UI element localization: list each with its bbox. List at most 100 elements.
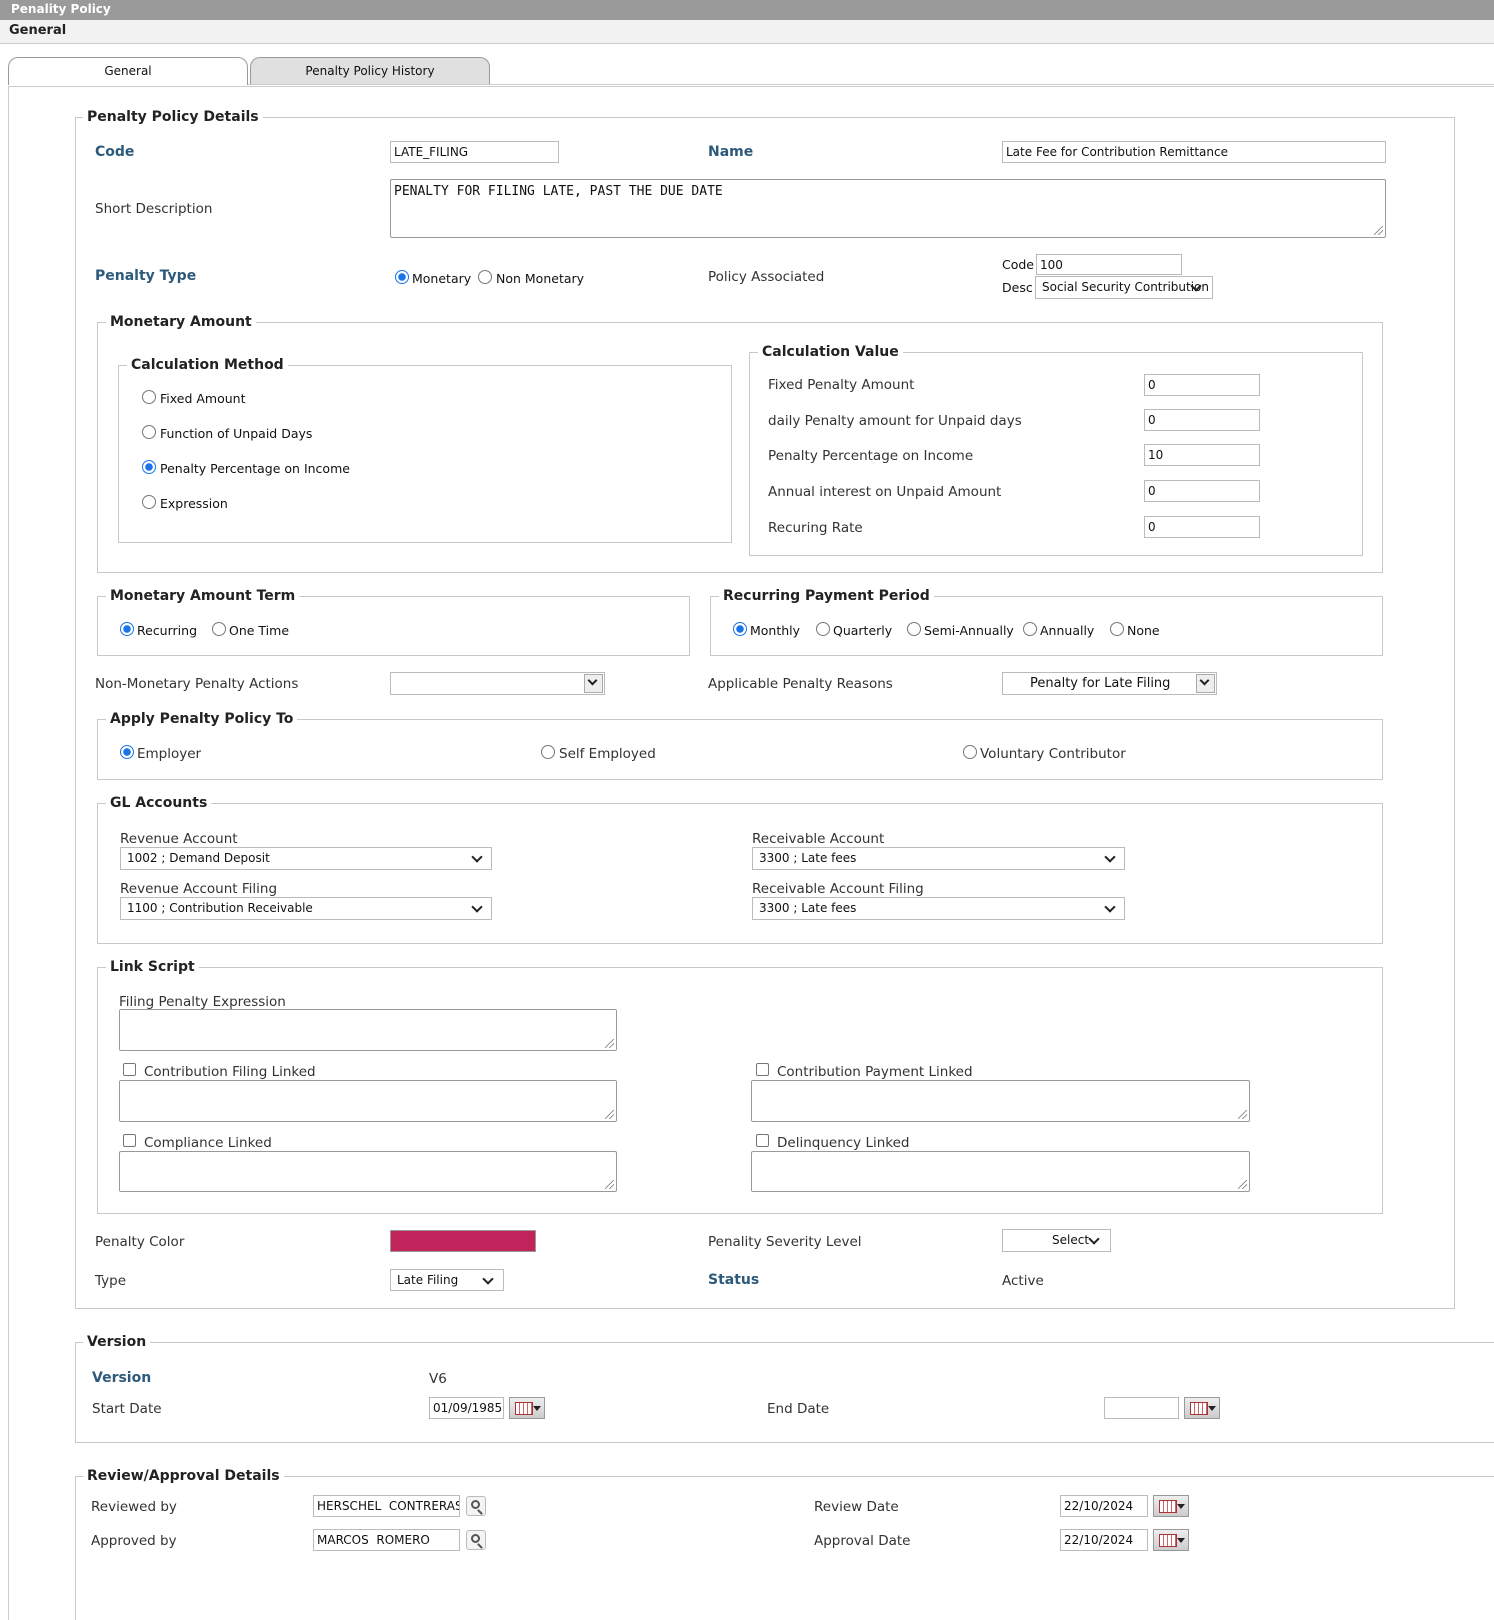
term-one-time-radio[interactable] (212, 622, 226, 636)
penalty-type-non-monetary-radio[interactable] (478, 270, 492, 284)
reviewed-by-search-button[interactable] (466, 1496, 486, 1516)
approved-by-input[interactable]: MARCOS ROMERO (313, 1529, 460, 1551)
penalty-percentage-income-input[interactable]: 10 (1144, 444, 1260, 466)
apply-voluntary-contributor-radio[interactable] (963, 745, 977, 759)
monetary-amount-term-legend: Monetary Amount Term (106, 588, 300, 604)
receivable-account-filing-value: 3300 ; Late fees (759, 901, 857, 915)
version-fieldset (75, 1342, 1494, 1443)
term-one-time-label: One Time (229, 623, 290, 638)
penalty-type-monetary-label: Monetary (412, 271, 472, 286)
dropdown-button[interactable] (1196, 674, 1215, 693)
penalty-percentage-income-label: Penalty Percentage on Income (768, 448, 974, 464)
period-none-label: None (1127, 623, 1160, 638)
revenue-account-label: Revenue Account (120, 831, 238, 847)
start-date-label: Start Date (92, 1401, 162, 1417)
delinquency-linked-textarea[interactable] (751, 1151, 1250, 1192)
applicable-penalty-reasons-select[interactable]: Penalty for Late Filing (1002, 672, 1217, 695)
chevron-down-icon (471, 851, 483, 863)
review-date-input[interactable]: 22/10/2024 (1060, 1495, 1148, 1517)
end-date-calendar-button[interactable] (1184, 1397, 1220, 1419)
applicable-penalty-reasons-label: Applicable Penalty Reasons (708, 676, 893, 692)
approved-by-search-button[interactable] (466, 1530, 486, 1550)
policy-associated-code-input[interactable]: 100 (1036, 254, 1182, 275)
receivable-account-select[interactable]: 3300 ; Late fees (752, 847, 1125, 870)
review-approval-legend: Review/Approval Details (83, 1468, 284, 1484)
compliance-linked-checkbox[interactable] (123, 1134, 136, 1147)
name-input[interactable]: Late Fee for Contribution Remittance (1002, 141, 1386, 163)
resize-grip-icon (1238, 1180, 1247, 1189)
period-none-radio[interactable] (1110, 622, 1124, 636)
contribution-payment-linked-textarea[interactable] (751, 1080, 1250, 1122)
period-quarterly-radio[interactable] (816, 622, 830, 636)
calendar-icon (1159, 1534, 1177, 1547)
contribution-filing-linked-textarea[interactable] (119, 1080, 617, 1122)
term-recurring-radio[interactable] (120, 622, 134, 636)
policy-associated-desc-value: Social Security Contribution (1042, 280, 1209, 294)
start-date-input[interactable]: 01/09/1985 (429, 1397, 504, 1419)
recuring-rate-label: Recuring Rate (768, 520, 863, 536)
receivable-account-filing-select[interactable]: 3300 ; Late fees (752, 897, 1125, 920)
calc-percentage-income-radio[interactable] (142, 460, 156, 474)
penalty-severity-level-label: Penality Severity Level (708, 1234, 862, 1250)
contribution-payment-linked-label: Contribution Payment Linked (777, 1064, 973, 1080)
resize-grip-icon (605, 1039, 614, 1048)
penalty-severity-level-select[interactable]: Select (1002, 1229, 1111, 1252)
name-label: Name (708, 144, 754, 160)
short-description-label: Short Description (95, 201, 213, 217)
policy-associated-label: Policy Associated (708, 269, 825, 285)
code-input[interactable]: LATE_FILING (390, 141, 559, 163)
delinquency-linked-checkbox[interactable] (756, 1134, 769, 1147)
penalty-type-monetary-radio[interactable] (395, 270, 409, 284)
review-date-calendar-button[interactable] (1153, 1495, 1189, 1517)
revenue-account-select[interactable]: 1002 ; Demand Deposit (120, 847, 492, 870)
calc-fixed-amount-label: Fixed Amount (160, 391, 246, 406)
calc-fixed-amount-radio[interactable] (142, 390, 156, 404)
dropdown-button[interactable] (584, 674, 603, 693)
calendar-icon (1190, 1402, 1208, 1415)
resize-grip-icon (605, 1110, 614, 1119)
contribution-payment-linked-checkbox[interactable] (756, 1063, 769, 1076)
fixed-penalty-amount-input[interactable]: 0 (1144, 374, 1260, 396)
review-approval-fieldset (75, 1476, 1494, 1620)
end-date-input[interactable] (1104, 1397, 1179, 1419)
tab-baseline (248, 84, 1494, 85)
version-label: Version (92, 1370, 152, 1386)
period-semi-annually-radio[interactable] (907, 622, 921, 636)
tab-penalty-policy-history[interactable]: Penalty Policy History (250, 57, 490, 85)
policy-associated-code-label: Code (1002, 257, 1035, 272)
term-recurring-label: Recurring (137, 623, 197, 638)
apply-self-employed-label: Self Employed (559, 746, 656, 762)
calc-unpaid-days-radio[interactable] (142, 425, 156, 439)
recuring-rate-input[interactable]: 0 (1144, 516, 1260, 538)
apply-self-employed-radio[interactable] (541, 745, 555, 759)
non-monetary-actions-select[interactable] (390, 672, 605, 695)
calc-expression-radio[interactable] (142, 495, 156, 509)
penalty-color-swatch[interactable] (390, 1230, 536, 1252)
type-select[interactable]: Late Filing (390, 1269, 504, 1291)
filing-penalty-expression-label: Filing Penalty Expression (119, 994, 286, 1010)
approval-date-input[interactable]: 22/10/2024 (1060, 1529, 1148, 1551)
penalty-type-label: Penalty Type (95, 268, 197, 284)
period-monthly-radio[interactable] (733, 622, 747, 636)
contribution-filing-linked-checkbox[interactable] (123, 1063, 136, 1076)
daily-penalty-amount-input[interactable]: 0 (1144, 409, 1260, 431)
status-label: Status (708, 1272, 760, 1288)
period-annually-radio[interactable] (1023, 622, 1037, 636)
policy-associated-desc-select[interactable]: Social Security Contribution (1035, 276, 1213, 299)
short-description-textarea[interactable]: PENALTY FOR FILING LATE, PAST THE DUE DA… (390, 179, 1386, 238)
annual-interest-input[interactable]: 0 (1144, 480, 1260, 502)
filing-penalty-expression-textarea[interactable] (119, 1009, 617, 1051)
chevron-down-icon (587, 675, 598, 686)
receivable-account-filing-label: Receivable Account Filing (752, 881, 924, 897)
compliance-linked-textarea[interactable] (119, 1151, 617, 1192)
reviewed-by-input[interactable]: HERSCHEL CONTRERAS (313, 1495, 460, 1517)
apply-employer-radio[interactable] (120, 745, 134, 759)
approval-date-calendar-button[interactable] (1153, 1529, 1189, 1551)
type-value: Late Filing (397, 1273, 459, 1287)
revenue-account-filing-select[interactable]: 1100 ; Contribution Receivable (120, 897, 492, 920)
policy-associated-desc-label: Desc (1002, 280, 1033, 295)
daily-penalty-amount-label: daily Penalty amount for Unpaid days (768, 413, 1022, 429)
start-date-calendar-button[interactable] (509, 1397, 545, 1419)
tab-general[interactable]: General (8, 57, 248, 85)
gl-accounts-fieldset (97, 803, 1383, 944)
